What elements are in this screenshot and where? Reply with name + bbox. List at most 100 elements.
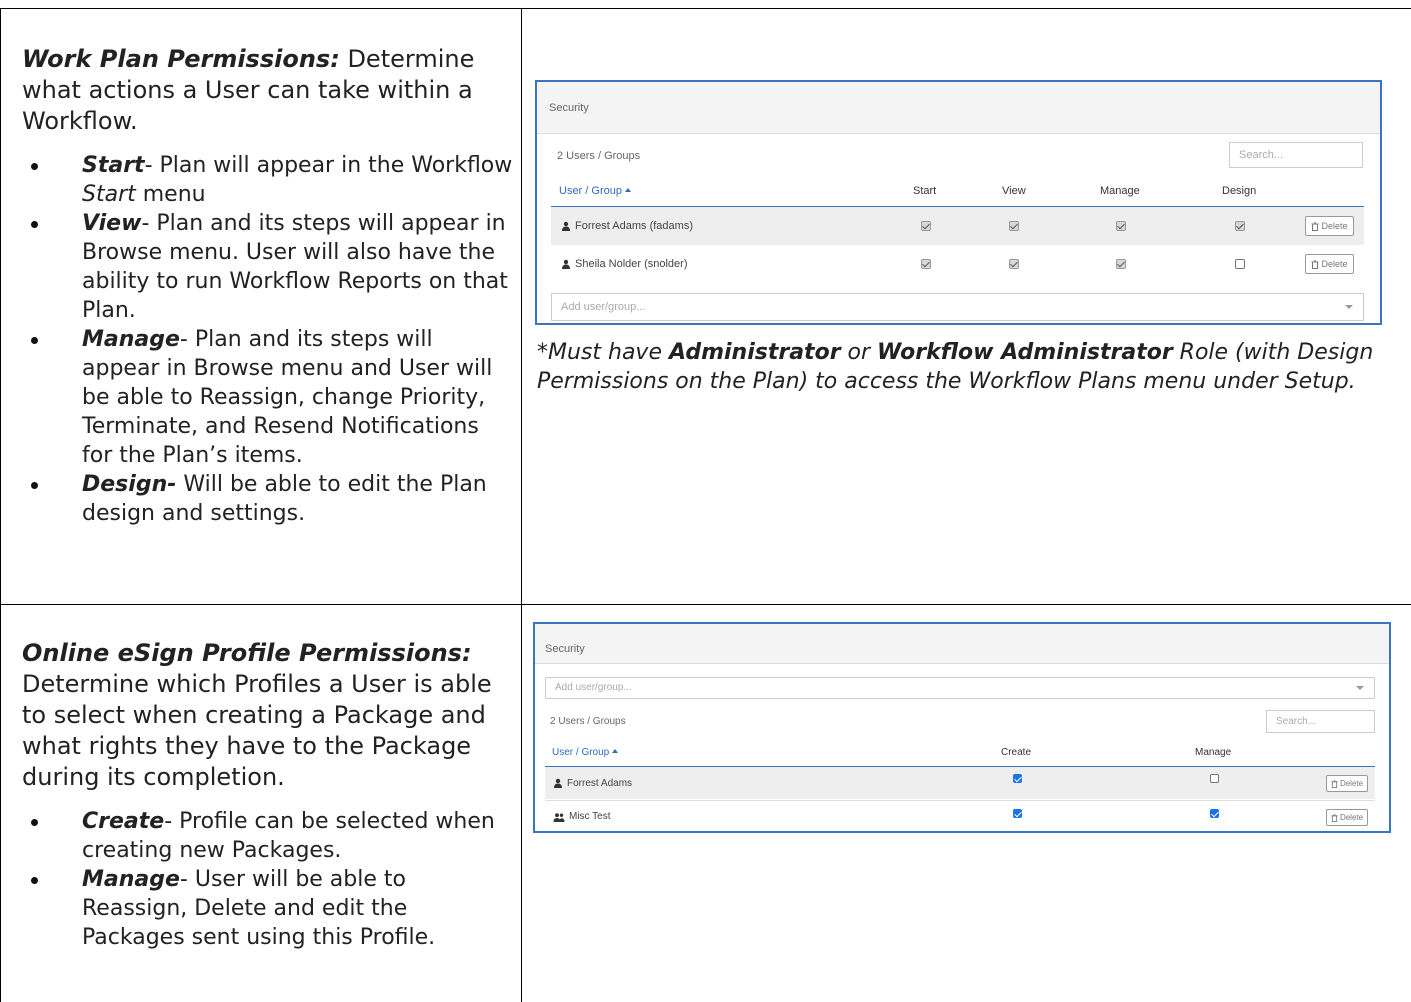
trash-icon <box>1311 221 1319 231</box>
bullet-icon <box>31 819 38 826</box>
user-icon <box>554 778 562 788</box>
table-row: Sheila Nolder (snolder) Delete <box>551 245 1364 283</box>
sort-asc-icon <box>624 188 631 192</box>
delete-button[interactable]: Delete <box>1326 775 1368 792</box>
users-groups-count: 2 Users / Groups <box>550 716 626 727</box>
bullet-icon <box>31 163 38 170</box>
bullet-icon <box>31 337 38 344</box>
delete-button[interactable]: Delete <box>1305 216 1354 236</box>
user-group-column-header[interactable]: User / Group <box>559 185 631 197</box>
work-plan-section: Work Plan Permissions: Determine what ac… <box>22 44 514 528</box>
esign-intro: Online eSign Profile Permissions: Determ… <box>22 638 514 793</box>
delete-label: Delete <box>1321 221 1348 231</box>
bullet-icon <box>31 877 38 884</box>
manage-checkbox[interactable] <box>1116 221 1126 231</box>
add-user-group-placeholder: Add user/group... <box>561 301 646 313</box>
permission-item-start: Start- Plan will appear in the Workflow … <box>22 151 514 209</box>
delete-label: Delete <box>1321 259 1348 269</box>
create-checkbox[interactable] <box>1013 774 1022 783</box>
design-checkbox[interactable] <box>1235 221 1245 231</box>
security-panel-header: Security <box>535 624 1389 664</box>
permission-emphasis: Start <box>82 182 136 207</box>
manage-checkbox[interactable] <box>1210 809 1219 818</box>
design-checkbox[interactable] <box>1235 259 1245 269</box>
permission-item-design: Design- Will be able to edit the Plan de… <box>22 470 514 528</box>
work-plan-note: *Must have Administrator or Workflow Adm… <box>537 338 1387 396</box>
permission-text: - Plan and its steps will appear in Brow… <box>82 211 508 323</box>
delete-label: Delete <box>1339 813 1364 822</box>
user-group-column-header[interactable]: User / Group <box>552 747 619 758</box>
start-checkbox[interactable] <box>921 221 931 231</box>
add-user-group-select[interactable]: Add user/group... <box>551 293 1364 321</box>
search-input[interactable]: Search... <box>1266 710 1375 733</box>
note-text: *Must have <box>537 340 669 365</box>
column-header-start: Start <box>913 185 937 197</box>
user-cell: Forrest Adams (fadams) <box>561 207 693 245</box>
group-icon <box>553 812 565 822</box>
chevron-down-icon <box>1356 686 1364 690</box>
permission-item-manage: Manage- Plan and its steps will appear i… <box>22 325 514 470</box>
security-header-label: Security <box>545 643 585 655</box>
user-cell: Misc Test <box>553 801 611 832</box>
bullet-icon <box>31 221 38 228</box>
user-icon <box>562 259 570 269</box>
work-plan-intro: Work Plan Permissions: Determine what ac… <box>22 44 514 137</box>
add-user-group-placeholder: Add user/group... <box>555 682 632 693</box>
esign-permission-list: Create- Profile can be selected when cre… <box>22 807 514 952</box>
permission-text: menu <box>135 182 206 207</box>
note-text: or <box>840 340 878 365</box>
manage-checkbox[interactable] <box>1210 774 1219 783</box>
add-user-group-select[interactable]: Add user/group... <box>545 677 1375 699</box>
view-checkbox[interactable] <box>1009 221 1019 231</box>
manage-checkbox[interactable] <box>1116 259 1126 269</box>
note-role-administrator: Administrator <box>668 340 841 365</box>
work-plan-security-panel: Security 2 Users / Groups Search... User… <box>535 80 1382 325</box>
esign-security-panel: Security Add user/group... 2 Users / Gro… <box>533 622 1391 833</box>
user-name: Sheila Nolder (snolder) <box>575 258 688 270</box>
user-group-header-label: User / Group <box>552 747 610 758</box>
user-icon <box>562 221 570 231</box>
trash-icon <box>1331 813 1338 822</box>
permission-term: Manage <box>82 867 180 892</box>
work-plan-title: Work Plan Permissions: <box>22 45 340 73</box>
permission-term: View <box>82 211 142 236</box>
permission-term: Create <box>82 809 165 834</box>
column-header-view: View <box>1002 185 1026 197</box>
table-row: Forrest Adams (fadams) Delete <box>551 207 1364 245</box>
work-plan-permission-list: Start- Plan will appear in the Workflow … <box>22 151 514 528</box>
column-header-design: Design <box>1222 185 1257 197</box>
permission-item-create: Create- Profile can be selected when cre… <box>22 807 514 865</box>
create-checkbox[interactable] <box>1013 809 1022 818</box>
user-cell: Forrest Adams <box>553 767 632 799</box>
user-name: Forrest Adams (fadams) <box>575 220 693 232</box>
user-group-header-label: User / Group <box>559 185 622 197</box>
esign-intro-text: Determine which Profiles a User is able … <box>22 670 492 791</box>
permission-term: Start <box>82 153 145 178</box>
table-row-divider <box>0 604 1411 605</box>
sort-asc-icon <box>612 749 619 753</box>
security-panel-header: Security <box>537 82 1380 134</box>
trash-icon <box>1311 259 1319 269</box>
delete-button[interactable]: Delete <box>1305 254 1354 274</box>
view-checkbox[interactable] <box>1009 259 1019 269</box>
note-role-workflow-administrator: Workflow Administrator <box>877 340 1173 365</box>
search-input[interactable]: Search... <box>1229 142 1363 168</box>
user-name: Forrest Adams <box>567 777 633 789</box>
security-header-label: Security <box>549 102 589 114</box>
esign-section: Online eSign Profile Permissions: Determ… <box>22 638 514 952</box>
permission-text: - Plan will appear in the Workflow <box>144 153 513 178</box>
table-row: Forrest Adams Delete <box>545 767 1375 799</box>
start-checkbox[interactable] <box>921 259 931 269</box>
bullet-icon <box>31 482 38 489</box>
table-top-border <box>0 8 1411 9</box>
table-row: Misc Test Delete <box>545 800 1375 832</box>
trash-icon <box>1331 779 1338 788</box>
delete-button[interactable]: Delete <box>1326 809 1368 826</box>
esign-title: Online eSign Profile Permissions: <box>22 639 472 667</box>
permission-term: Manage <box>82 327 180 352</box>
table-left-border <box>0 8 1 1002</box>
permission-term: Design- <box>82 472 177 497</box>
column-header-manage: Manage <box>1100 185 1140 197</box>
chevron-down-icon <box>1345 305 1353 309</box>
group-name: Misc Test <box>569 811 611 822</box>
